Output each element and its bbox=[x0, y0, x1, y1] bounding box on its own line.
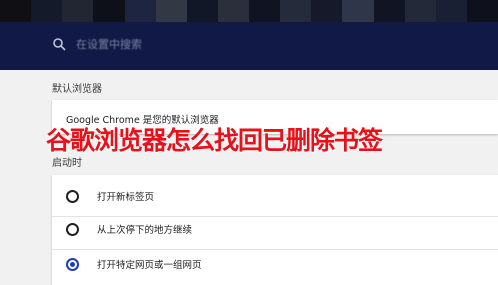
search-box[interactable]: 在设置中搜索 bbox=[52, 32, 472, 56]
radio-label: 打开特定网页或一组网页 bbox=[97, 260, 202, 271]
divider bbox=[52, 216, 498, 217]
startup-card: 打开新标签页 从上次停下的地方继续 打开特定网页或一组网页 bbox=[52, 175, 498, 285]
settings-header: 在设置中搜索 bbox=[0, 0, 498, 70]
divider bbox=[52, 249, 498, 250]
radio-label: 从上次停下的地方继续 bbox=[97, 225, 193, 236]
radio-button[interactable] bbox=[66, 222, 79, 236]
default-browser-heading: 默认浏览器 bbox=[52, 84, 102, 95]
startup-option-specific-pages[interactable]: 打开特定网页或一组网页 bbox=[66, 254, 202, 274]
startup-option-new-tab[interactable]: 打开新标签页 bbox=[66, 186, 154, 206]
radio-button[interactable] bbox=[66, 189, 79, 203]
search-placeholder: 在设置中搜索 bbox=[76, 38, 142, 51]
radio-button-checked[interactable] bbox=[66, 257, 79, 271]
overlay-title: 谷歌浏览器怎么找回已删除书签 bbox=[46, 126, 383, 155]
pixelated-banner bbox=[0, 0, 498, 22]
startup-option-continue[interactable]: 从上次停下的地方继续 bbox=[66, 219, 192, 239]
search-icon bbox=[53, 38, 66, 51]
settings-panel: 默认浏览器 Google Chrome 是您的默认浏览器 启动时 打开新标签页 … bbox=[0, 70, 498, 285]
radio-label: 打开新标签页 bbox=[97, 192, 155, 203]
